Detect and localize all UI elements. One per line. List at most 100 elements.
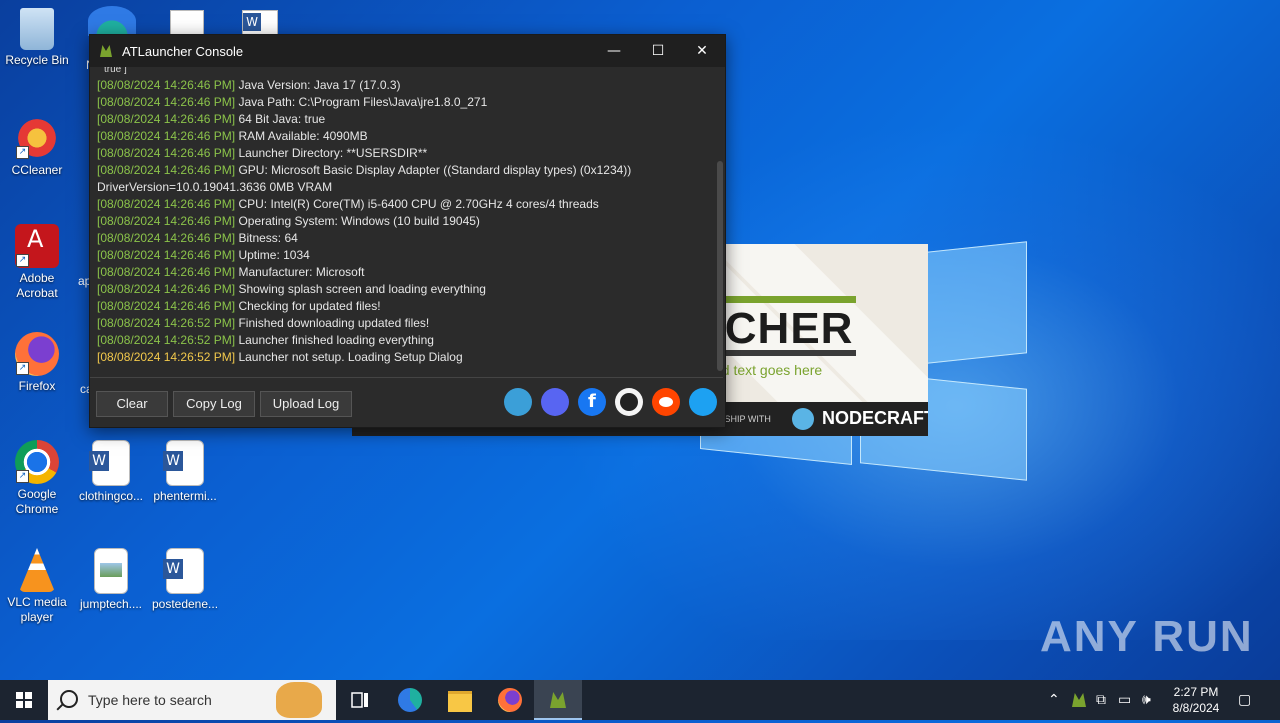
reddit-icon[interactable] <box>652 388 680 416</box>
desktop-icon-clothingco[interactable]: W clothingco... <box>74 440 148 504</box>
log-message: DriverVersion=10.0.19041.3636 0MB VRAM <box>97 180 333 194</box>
clear-button[interactable]: Clear <box>96 391 168 417</box>
log-timestamp: [08/08/2024 14:26:52 PM] <box>97 333 236 347</box>
desktop-icon-firefox[interactable]: ↗ Firefox <box>0 332 74 394</box>
log-line: [08/08/2024 14:26:52 PM] Finished downlo… <box>90 315 715 332</box>
log-line: [08/08/2024 14:26:46 PM] Java Path: C:\P… <box>90 94 715 111</box>
desktop-icon-vlc[interactable]: VLC media player <box>0 548 74 625</box>
task-view-icon <box>351 692 368 708</box>
clock-date: 8/8/2024 <box>1172 701 1220 715</box>
log-message: 64 Bit Java: true <box>238 112 326 126</box>
taskbar: Type here to search ⌃ ⧉ ▭ 🕪 2:27 PM 8/8/… <box>0 680 1280 720</box>
facebook-icon[interactable]: f <box>578 388 606 416</box>
log-timestamp: [08/08/2024 14:26:46 PM] <box>97 265 236 279</box>
splash-tagline: nd text goes here <box>714 362 823 378</box>
log-timestamp: [08/08/2024 14:26:46 PM] <box>97 112 236 126</box>
discord-icon[interactable] <box>541 388 569 416</box>
log-timestamp: [08/08/2024 14:26:52 PM] <box>97 350 236 364</box>
close-button[interactable]: ✕ <box>680 35 724 67</box>
desktop-icon-adobe-acrobat[interactable]: A ↗ Adobe Acrobat <box>0 224 74 301</box>
anyrun-watermark: ANY RUN <box>1040 612 1254 661</box>
window-title: ATLauncher Console <box>122 44 244 59</box>
desktop-icon-edge-partial[interactable] <box>88 6 136 36</box>
chrome-icon: ↗ <box>15 440 59 484</box>
log-message: Java Version: Java 17 (17.0.3) <box>238 78 401 92</box>
log-line: [08/08/2024 14:26:46 PM] 64 Bit Java: tr… <box>90 111 715 128</box>
log-line: [08/08/2024 14:26:46 PM] Java Version: J… <box>90 77 715 94</box>
notifications-icon[interactable]: ▢ <box>1238 692 1251 708</box>
log-line: [08/08/2024 14:26:52 PM] Launcher finish… <box>90 332 715 349</box>
firefox-icon <box>498 688 522 712</box>
log-message: Java Path: C:\Program Files\Java\jre1.8.… <box>238 95 488 109</box>
task-view-button[interactable] <box>336 680 384 720</box>
minimize-button[interactable]: — <box>592 35 636 67</box>
log-timestamp: [08/08/2024 14:26:46 PM] <box>97 282 236 296</box>
log-line: [08/08/2024 14:26:46 PM] Showing splash … <box>90 281 715 298</box>
log-message: Checking for updated files! <box>238 299 381 313</box>
splash-partner-name: NODECRAFT <box>822 408 928 428</box>
log-message: Manufacturer: Microsoft <box>238 265 365 279</box>
log-message: Uptime: 1034 <box>238 248 310 262</box>
copy-log-button[interactable]: Copy Log <box>173 391 255 417</box>
log-timestamp: [08/08/2024 14:26:46 PM] <box>97 146 236 160</box>
log-message: Showing splash screen and loading everyt… <box>238 282 486 296</box>
desktop-icon-ccleaner[interactable]: ↗ CCleaner <box>0 116 74 178</box>
nodecraft-logo-icon <box>792 408 814 430</box>
desktop-icon-postedene[interactable]: W postedene... <box>148 548 222 612</box>
log-line: [08/08/2024 14:26:46 PM] Launcher Direct… <box>90 145 715 162</box>
log-timestamp: [08/08/2024 14:26:46 PM] <box>97 163 236 177</box>
word-document-icon: W <box>163 548 204 594</box>
log-timestamp: [08/08/2024 14:26:46 PM] <box>97 129 236 143</box>
desktop-icon-phentermi[interactable]: W phentermi... <box>148 440 222 504</box>
start-button[interactable] <box>0 680 48 720</box>
tray-device-icon[interactable]: ⧉ <box>1096 692 1106 708</box>
vlc-icon <box>19 548 55 592</box>
twitter-icon[interactable] <box>689 388 717 416</box>
log-message: CPU: Intel(R) Core(TM) i5-6400 CPU @ 2.7… <box>238 197 599 211</box>
log-line: [08/08/2024 14:26:46 PM] CPU: Intel(R) C… <box>90 196 715 213</box>
desktop-icon-google-chrome[interactable]: ↗ Google Chrome <box>0 440 74 517</box>
maximize-button[interactable]: ☐ <box>636 35 680 67</box>
taskbar-search-box[interactable]: Type here to search <box>48 680 336 720</box>
folder-icon <box>448 691 472 712</box>
upload-log-button[interactable]: Upload Log <box>260 391 352 417</box>
log-line: [08/08/2024 14:26:46 PM] Bitness: 64 <box>90 230 715 247</box>
log-line: [08/08/2024 14:26:46 PM] Manufacturer: M… <box>90 264 715 281</box>
log-line: DriverVersion=10.0.19041.3636 0MB VRAM <box>90 179 715 196</box>
ccleaner-icon: ↗ <box>15 116 59 160</box>
show-hidden-icons-chevron-icon[interactable]: ⌃ <box>1048 692 1060 708</box>
log-timestamp: [08/08/2024 14:26:52 PM] <box>97 316 236 330</box>
desktop-icon-recycle-bin[interactable]: Recycle Bin <box>0 8 74 68</box>
log-message: Launcher finished loading everything <box>238 333 434 347</box>
network-icon[interactable]: ▭ <box>1118 692 1131 708</box>
taskbar-atlauncher[interactable] <box>534 680 582 720</box>
tray-atlauncher-icon[interactable] <box>1072 693 1086 707</box>
log-message: Operating System: Windows (10 build 1904… <box>238 214 480 228</box>
clock-time: 2:27 PM <box>1173 685 1219 699</box>
nodecraft-icon[interactable] <box>504 388 532 416</box>
console-titlebar[interactable]: ATLauncher Console — ☐ ✕ <box>90 35 725 67</box>
volume-icon[interactable]: 🕪 <box>1142 692 1151 708</box>
word-document-icon: W <box>163 440 204 486</box>
log-timestamp: [08/08/2024 14:26:46 PM] <box>97 231 236 245</box>
log-timestamp: [08/08/2024 14:26:46 PM] <box>97 248 236 262</box>
github-icon[interactable] <box>615 388 643 416</box>
log-message: GPU: Microsoft Basic Display Adapter ((S… <box>238 163 632 177</box>
taskbar-edge[interactable] <box>386 680 434 720</box>
firefox-icon: ↗ <box>15 332 59 376</box>
taskbar-file-explorer[interactable] <box>436 680 484 720</box>
console-log-area[interactable]: true ] [08/08/2024 14:26:46 PM] Java Ver… <box>90 67 715 377</box>
log-timestamp: [08/08/2024 14:26:46 PM] <box>97 95 236 109</box>
atlauncher-icon <box>550 692 566 708</box>
atlauncher-app-icon <box>100 45 112 57</box>
search-highlight-cat-icon <box>276 682 322 718</box>
taskbar-clock[interactable]: 2:27 PM 8/8/2024 <box>1166 684 1226 716</box>
log-line: [08/08/2024 14:26:52 PM] Launcher not se… <box>90 349 715 366</box>
log-message: Launcher Directory: **USERSDIR** <box>238 146 428 160</box>
atlauncher-console-window: ATLauncher Console — ☐ ✕ true ] [08/08/2… <box>89 34 726 428</box>
desktop-icon-jumptech[interactable]: jumptech.... <box>74 548 148 612</box>
console-scrollbar[interactable] <box>717 161 723 371</box>
taskbar-firefox[interactable] <box>486 680 534 720</box>
log-line: [08/08/2024 14:26:46 PM] Uptime: 1034 <box>90 247 715 264</box>
log-timestamp: [08/08/2024 14:26:46 PM] <box>97 197 236 211</box>
